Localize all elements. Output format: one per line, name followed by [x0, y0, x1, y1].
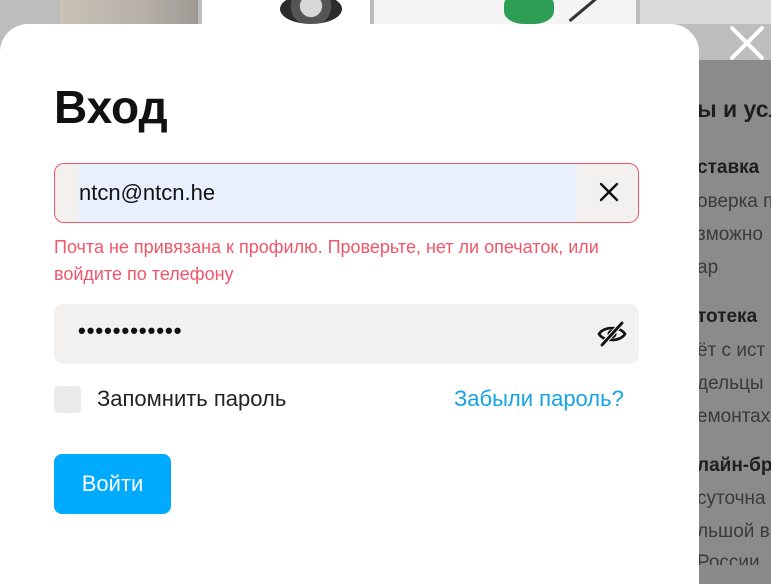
- clear-icon[interactable]: [598, 181, 620, 203]
- bg-text: суточна: [699, 488, 766, 509]
- login-modal: Вход Почта не привязана к профилю. Прове…: [0, 24, 699, 584]
- bg-text: ёт с ист: [699, 340, 766, 361]
- email-error-message: Почта не привязана к профилю. Проверьте,…: [54, 237, 599, 284]
- bg-text: оверка п: [699, 191, 771, 212]
- modal-title: Вход: [54, 81, 168, 133]
- bg-text: лайн-бр: [699, 455, 771, 476]
- bg-text: ы и усл: [699, 96, 771, 122]
- email-field-wrapper: [54, 163, 639, 223]
- bg-text: ар: [699, 257, 719, 278]
- password-value: ••••••••••••: [78, 318, 183, 343]
- product-thumbnail: [202, 0, 370, 24]
- bg-text: емонтах: [699, 406, 771, 427]
- remember-password-option[interactable]: Запомнить пароль: [54, 385, 286, 413]
- close-modal-icon[interactable]: [728, 24, 766, 62]
- login-button[interactable]: Войти: [54, 454, 171, 514]
- product-thumbnail: [60, 0, 198, 24]
- bg-text: России: [699, 552, 760, 565]
- bg-text: зможно: [699, 224, 763, 245]
- bg-text: дельцы: [699, 373, 764, 394]
- bg-text: льшой в: [699, 521, 770, 542]
- email-input[interactable]: [79, 164, 576, 222]
- bg-text: ставка: [699, 157, 760, 178]
- eye-off-icon[interactable]: [597, 320, 627, 348]
- remember-label: Запомнить пароль: [97, 386, 287, 411]
- bg-text: тотека: [699, 306, 758, 327]
- product-thumbnail: [374, 0, 636, 24]
- background-side-content: ы и усл ставка оверка п зможно ар тотека…: [699, 60, 771, 565]
- remember-checkbox[interactable]: [54, 385, 81, 413]
- product-thumbnail: [640, 0, 771, 24]
- forgot-password-link[interactable]: Забыли пароль?: [454, 385, 624, 413]
- password-field[interactable]: ••••••••••••: [54, 304, 639, 364]
